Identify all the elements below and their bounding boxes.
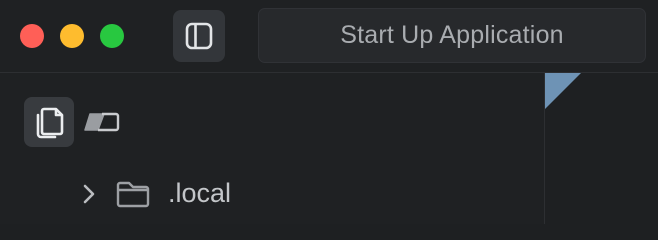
title-bar: Start Up Application [0, 0, 658, 73]
tree-row-local[interactable]: .local [0, 173, 544, 213]
maximize-window-button[interactable] [100, 24, 124, 48]
folder-icon [116, 181, 150, 208]
sidebar-toggle-icon [185, 22, 213, 50]
tags-icon [84, 112, 120, 132]
run-target-selector[interactable]: Start Up Application [258, 8, 646, 63]
editor-area[interactable] [545, 73, 658, 224]
tree-item-label: .local [168, 178, 232, 208]
tags-nav-button[interactable] [84, 107, 120, 137]
editor-corner-marker [545, 73, 581, 109]
close-window-button[interactable] [20, 24, 44, 48]
minimize-window-button[interactable] [60, 24, 84, 48]
sidebar-toggle-button[interactable] [173, 10, 225, 62]
sidebar: .local [0, 73, 544, 224]
chevron-right-icon[interactable] [80, 183, 98, 205]
run-target-label: Start Up Application [340, 21, 564, 49]
files-nav-button[interactable] [24, 97, 74, 147]
files-icon [36, 107, 64, 139]
